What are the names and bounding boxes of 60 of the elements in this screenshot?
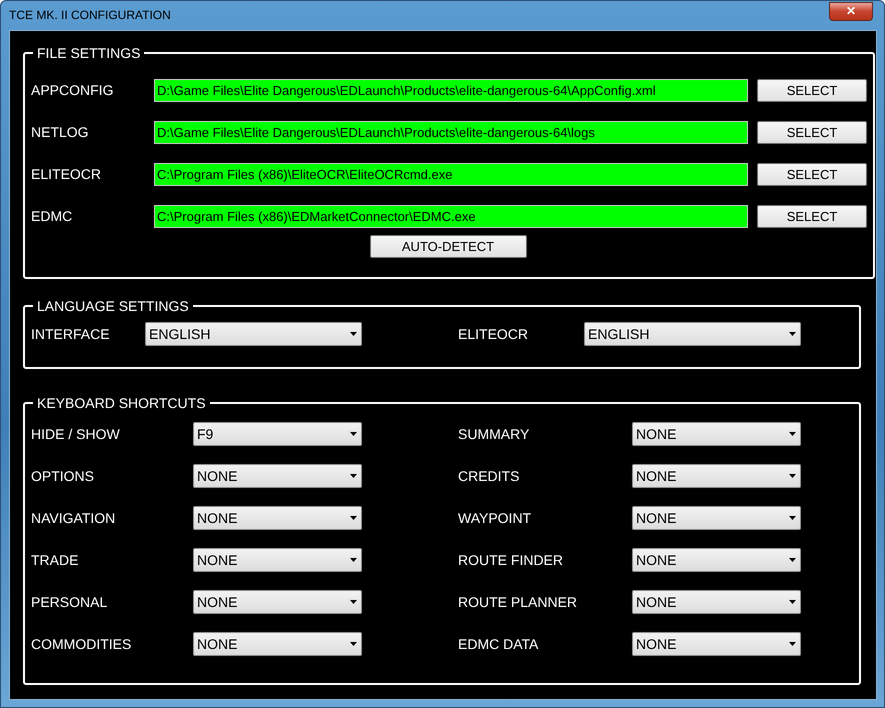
auto-detect-button[interactable]: AUTO-DETECT bbox=[370, 235, 526, 258]
caret-icon bbox=[350, 558, 357, 562]
field-label: ELITEOCR bbox=[31, 166, 102, 182]
shortcut-dropdown[interactable]: NONE bbox=[193, 590, 362, 614]
caret-icon bbox=[350, 432, 357, 436]
caret-icon bbox=[789, 600, 796, 604]
field-label: EDMC bbox=[31, 208, 74, 224]
caret-icon bbox=[350, 642, 357, 646]
path-field[interactable]: D:\Game Files\Elite Dangerous\EDLaunch\Products\elite-dangerous-64\logs bbox=[154, 120, 748, 144]
field-label: APPCONFIG bbox=[31, 82, 114, 98]
select-button[interactable]: SELECT bbox=[757, 162, 867, 186]
select-button[interactable]: SELECT bbox=[757, 204, 867, 228]
shortcut-dropdown[interactable]: NONE bbox=[193, 632, 362, 656]
group-title: FILE SETTINGS bbox=[36, 45, 142, 61]
shortcut-label: HIDE / SHOW bbox=[31, 426, 121, 442]
caret-icon bbox=[350, 332, 357, 336]
language-dropdown[interactable]: ENGLISH bbox=[584, 322, 801, 346]
shortcut-dropdown[interactable]: NONE bbox=[632, 464, 801, 488]
shortcut-dropdown[interactable]: NONE bbox=[193, 464, 362, 488]
shortcut-label: ROUTE PLANNER bbox=[458, 594, 578, 610]
select-button[interactable]: SELECT bbox=[757, 120, 867, 144]
caret-icon bbox=[350, 600, 357, 604]
shortcut-label: TRADE bbox=[31, 552, 80, 568]
caret-icon bbox=[789, 516, 796, 520]
shortcut-dropdown[interactable]: NONE bbox=[632, 548, 801, 572]
shortcut-dropdown[interactable]: NONE bbox=[632, 506, 801, 530]
caret-icon bbox=[789, 332, 796, 336]
path-field[interactable]: D:\Game Files\Elite Dangerous\EDLaunch\Products\elite-dangerous-64\AppConfig.xml bbox=[154, 78, 748, 102]
group-title: LANGUAGE SETTINGS bbox=[36, 298, 190, 314]
setting-label: INTERFACE bbox=[31, 326, 111, 342]
caret-icon bbox=[350, 516, 357, 520]
shortcut-dropdown[interactable]: NONE bbox=[632, 422, 801, 446]
shortcut-label: COMMODITIES bbox=[31, 636, 132, 652]
shortcut-label: ROUTE FINDER bbox=[458, 552, 564, 568]
caret-icon bbox=[789, 558, 796, 562]
shortcut-dropdown[interactable]: F9 bbox=[193, 422, 362, 446]
shortcut-dropdown[interactable]: NONE bbox=[193, 506, 362, 530]
shortcut-label: EDMC DATA bbox=[458, 636, 540, 652]
shortcut-dropdown[interactable]: NONE bbox=[632, 632, 801, 656]
field-label: NETLOG bbox=[31, 124, 90, 140]
shortcut-label: PERSONAL bbox=[31, 594, 108, 610]
shortcut-label: NAVIGATION bbox=[31, 510, 116, 526]
setting-label: ELITEOCR bbox=[458, 326, 530, 342]
shortcut-dropdown[interactable]: NONE bbox=[193, 548, 362, 572]
window-title: TCE MK. II CONFIGURATION bbox=[9, 8, 171, 22]
shortcut-label: WAYPOINT bbox=[458, 510, 532, 526]
language-dropdown[interactable]: ENGLISH bbox=[145, 322, 362, 346]
caret-icon bbox=[789, 474, 796, 478]
select-button[interactable]: SELECT bbox=[757, 78, 867, 102]
caret-icon bbox=[789, 642, 796, 646]
shortcut-label: SUMMARY bbox=[458, 426, 530, 442]
caret-icon bbox=[789, 432, 796, 436]
path-field[interactable]: C:\Program Files (x86)\EliteOCR\EliteOCRcmd.exe bbox=[154, 162, 748, 186]
shortcut-dropdown[interactable]: NONE bbox=[632, 590, 801, 614]
caret-icon bbox=[350, 474, 357, 478]
shortcut-label: CREDITS bbox=[458, 468, 520, 484]
shortcut-label: OPTIONS bbox=[31, 468, 96, 484]
close-button[interactable]: ✕ bbox=[829, 2, 873, 20]
path-field[interactable]: C:\Program Files (x86)\EDMarketConnector\EDMC.exe bbox=[154, 204, 748, 228]
group-title: KEYBOARD SHORTCUTS bbox=[36, 395, 207, 411]
